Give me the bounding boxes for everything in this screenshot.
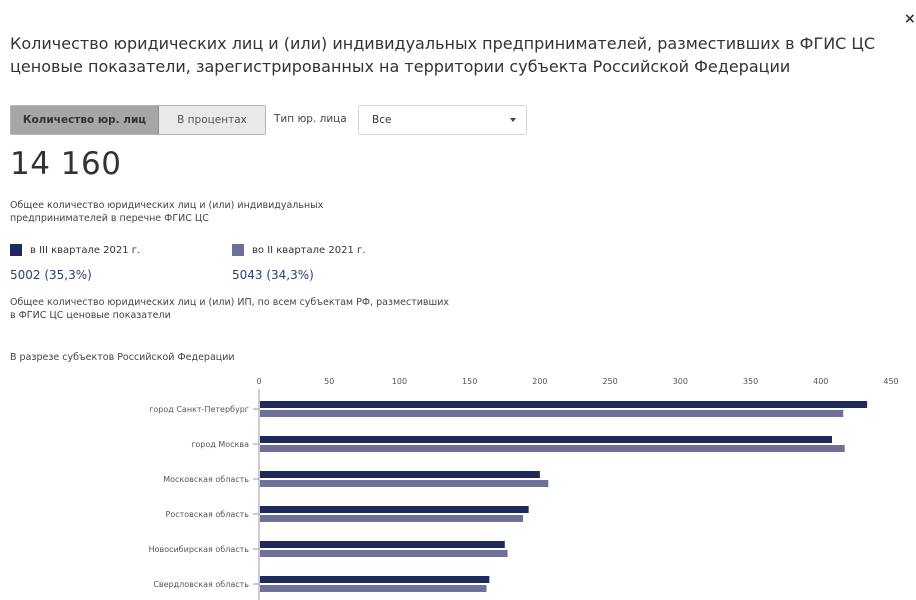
value-q2: 5043 (34,3%): [232, 268, 314, 282]
bar: [260, 471, 540, 478]
x-tick-label: 100: [392, 377, 407, 386]
bar: [260, 576, 490, 583]
category-label: Свердловская область: [153, 580, 249, 589]
entity-type-label: Тип юр. лица: [274, 113, 347, 125]
bar: [260, 550, 508, 557]
category-label: Новосибирская область: [149, 545, 250, 554]
bar: [260, 506, 529, 513]
bar: [260, 480, 549, 487]
section-title: В разрезе субъектов Российской Федерации: [10, 352, 235, 363]
bar: [260, 436, 833, 443]
x-tick-label: 450: [883, 377, 898, 386]
close-icon[interactable]: ×: [904, 12, 916, 26]
total-count: 14 160: [10, 146, 122, 182]
category-label: город Санкт-Петербург: [149, 405, 249, 414]
x-tick-label: 50: [324, 377, 334, 386]
legend-item-q3: в III квартале 2021 г.: [10, 244, 140, 256]
total-description: Общее количество юридических лиц и (или)…: [10, 200, 324, 224]
legend-item-q2: во II квартале 2021 г.: [232, 244, 365, 256]
legend-swatch-q2: [232, 244, 244, 256]
toggle-percent-button[interactable]: В процентах: [159, 106, 265, 134]
x-tick-label: 0: [256, 377, 261, 386]
bar: [260, 515, 524, 522]
bar: [260, 401, 868, 408]
x-tick-label: 200: [532, 377, 547, 386]
legend-label-q2: во II квартале 2021 г.: [252, 244, 366, 256]
legend-label-q3: в III квартале 2021 г.: [30, 244, 141, 256]
subjects-description: Общее количество юридических лиц и (или)…: [10, 297, 449, 321]
x-tick-label: 300: [673, 377, 688, 386]
category-label: Московская область: [163, 475, 249, 484]
x-tick-label: 150: [462, 377, 477, 386]
value-q3: 5002 (35,3%): [10, 268, 92, 282]
bar: [260, 541, 505, 548]
entity-type-select[interactable]: Все: [358, 105, 527, 135]
chevron-down-icon: [510, 118, 516, 122]
entity-type-select-value: Все: [372, 114, 392, 126]
view-mode-toggle: Количество юр. лиц В процентах: [10, 105, 266, 135]
bar: [260, 410, 844, 417]
toggle-count-button[interactable]: Количество юр. лиц: [11, 106, 159, 134]
legend-swatch-q3: [10, 244, 22, 256]
subjects-bar-chart: 0 50 100 150 200 250 300 350 400 450 город Санкт-П…: [149, 377, 899, 600]
x-tick-label: 350: [743, 377, 758, 386]
category-label: город Москва: [191, 440, 249, 449]
x-tick-label: 250: [602, 377, 617, 386]
dialog-title: Количество юридических лиц и (или) индив…: [10, 34, 876, 76]
x-tick-label: 400: [813, 377, 828, 386]
category-label: Ростовская область: [166, 510, 250, 519]
bar: [260, 585, 487, 592]
bar: [260, 445, 845, 452]
